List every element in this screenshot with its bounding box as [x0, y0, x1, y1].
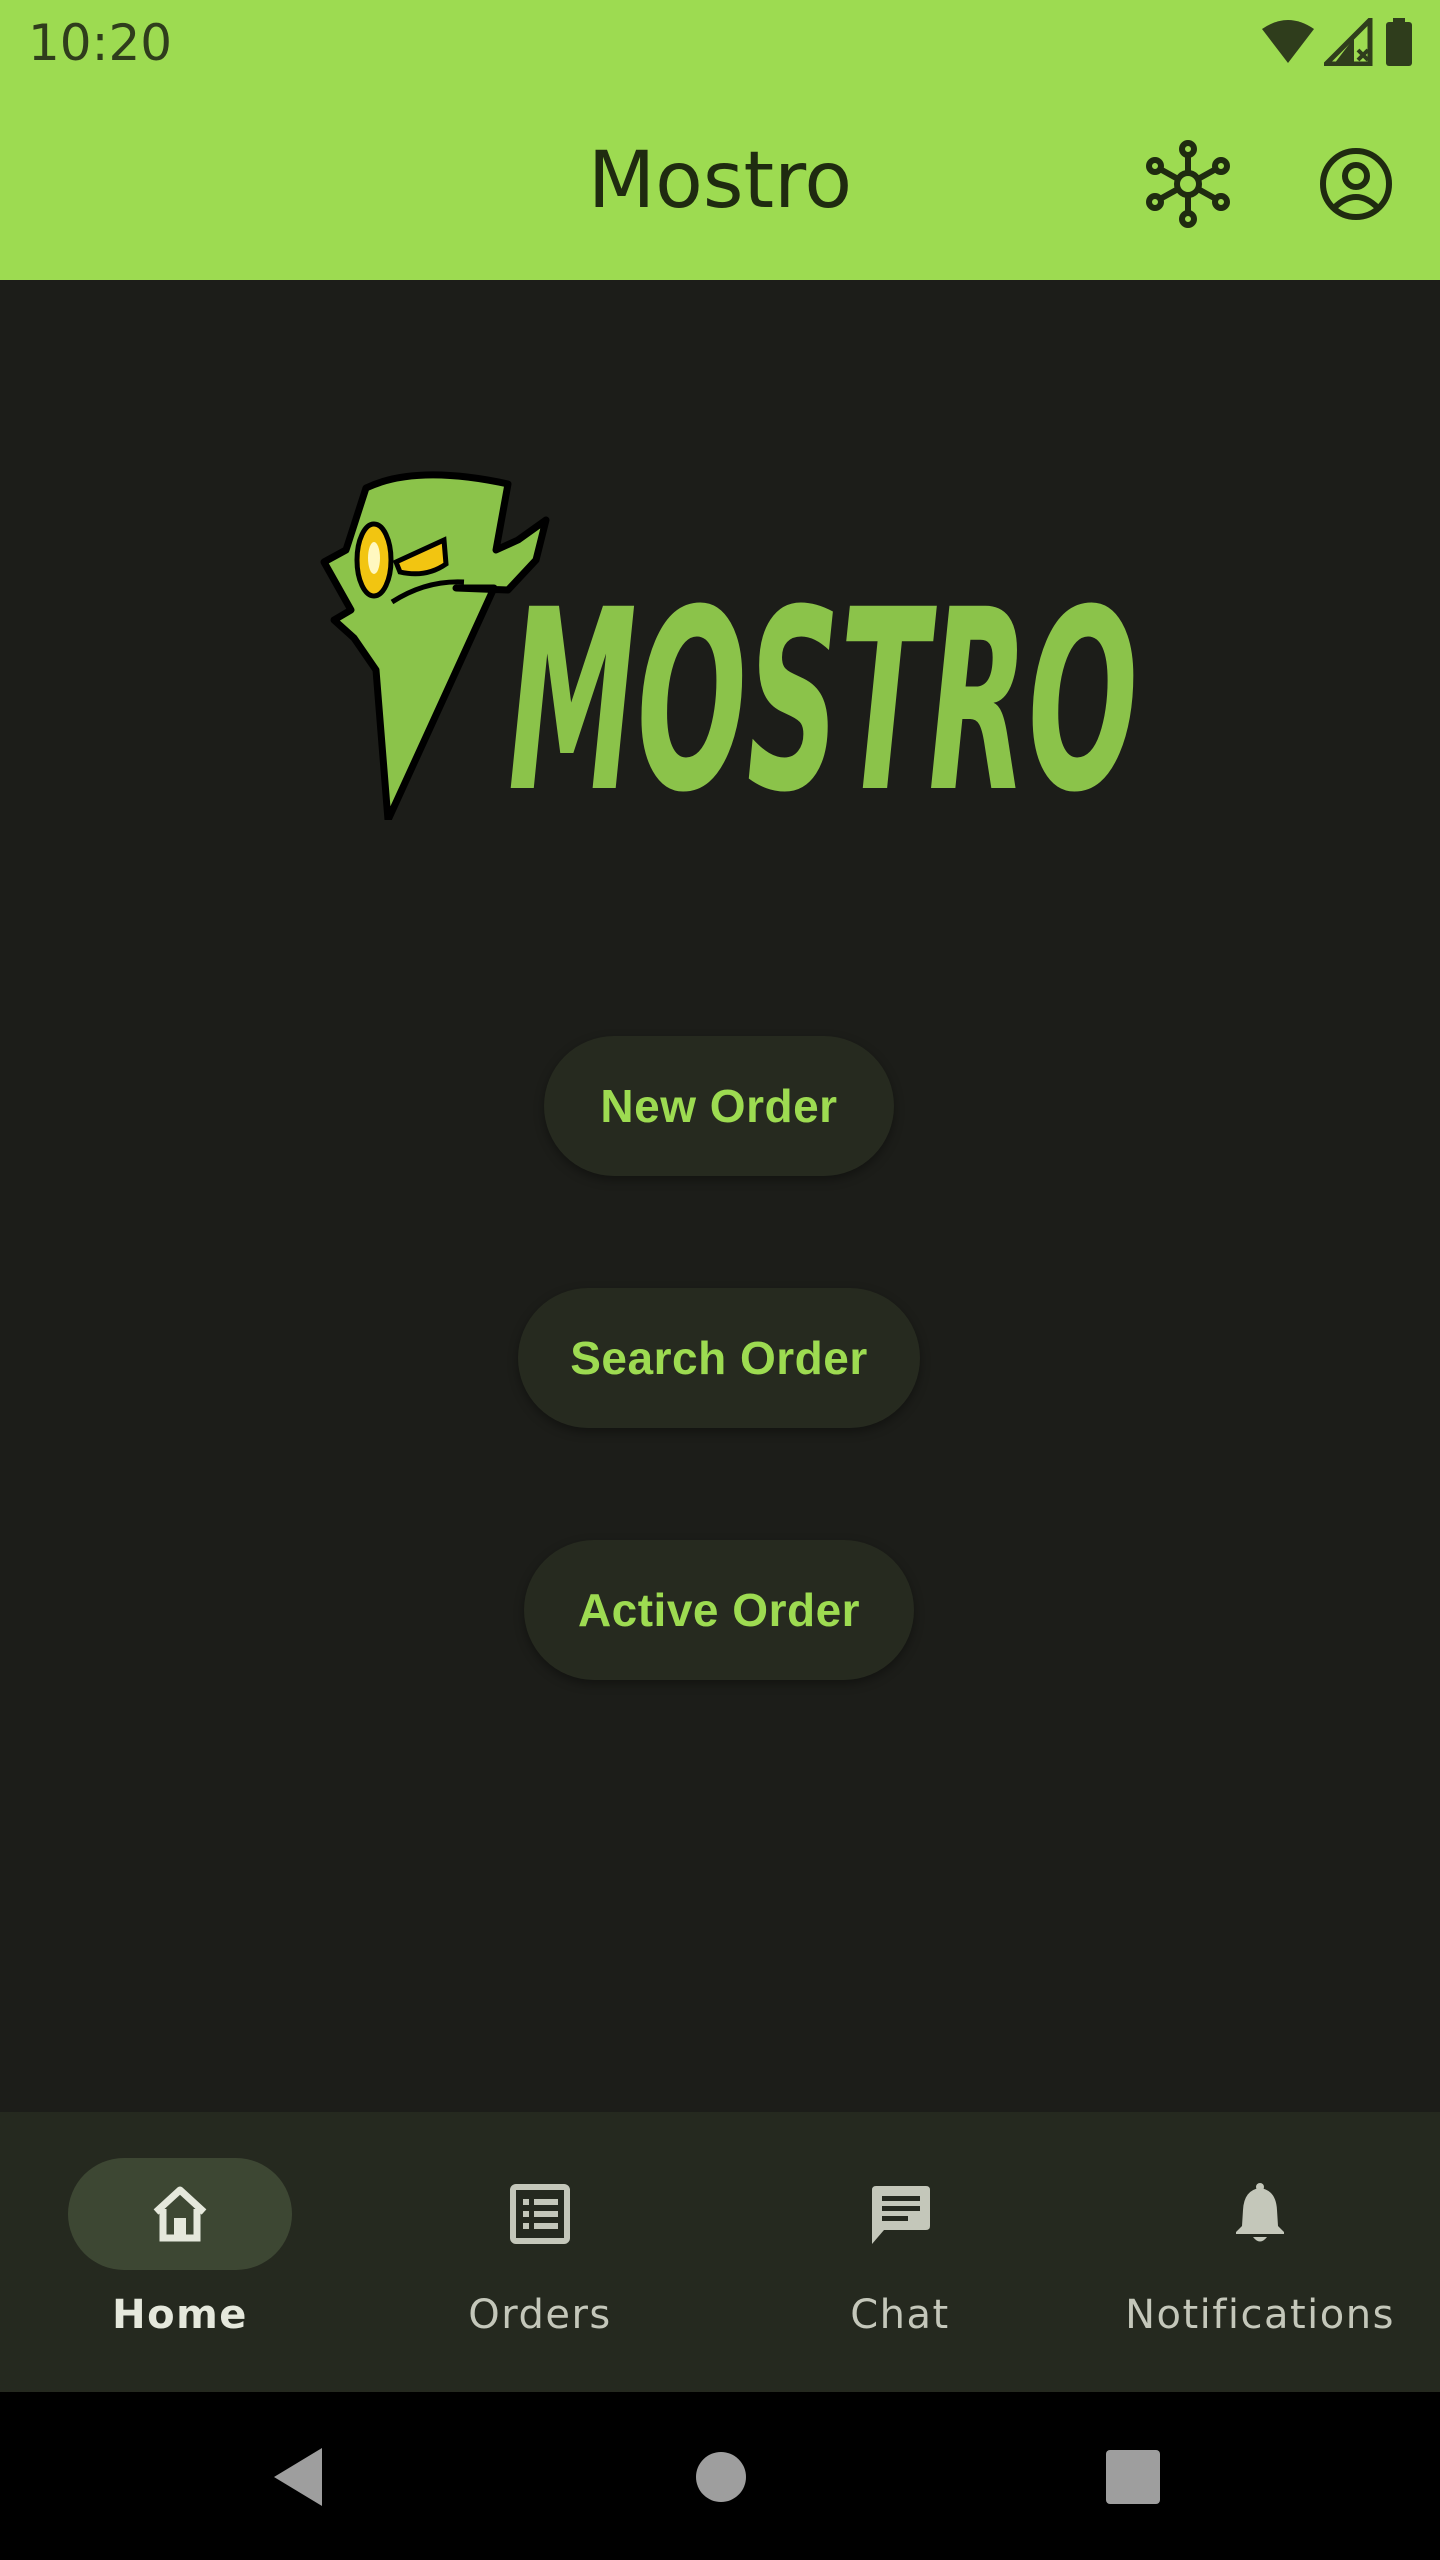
nav-item-notifications[interactable]: Notifications [1080, 2158, 1440, 2358]
wifi-icon [1262, 20, 1314, 63]
account-button[interactable] [1308, 136, 1404, 232]
active-order-button[interactable]: Active Order [524, 1540, 914, 1680]
home-icon [153, 2186, 207, 2242]
search-order-button[interactable]: Search Order [518, 1288, 920, 1428]
bell-icon [1236, 2183, 1284, 2242]
nav-label-notifications: Notifications [1125, 2292, 1395, 2338]
recents-icon[interactable] [1098, 2442, 1168, 2512]
nav-label-home: Home [112, 2292, 248, 2338]
home-circle-icon[interactable] [686, 2442, 756, 2512]
status-time: 10:20 [28, 14, 173, 72]
logo-text: MOSTRO [508, 556, 1138, 820]
status-icons [1262, 18, 1414, 66]
mostro-logo: MOSTRO [320, 471, 1138, 820]
nav-item-orders[interactable]: Orders [360, 2158, 720, 2358]
system-navigation-bar [0, 2392, 1440, 2560]
account-icon [1320, 148, 1392, 220]
status-bar: 10:20 [0, 0, 1440, 84]
home-screen: MOSTRO New Order Search Order Active Ord… [0, 280, 1440, 2112]
nav-label-chat: Chat [850, 2292, 950, 2338]
new-order-button[interactable]: New Order [544, 1036, 894, 1176]
app-bar: Mostro [0, 84, 1440, 280]
list-icon [510, 2184, 570, 2244]
nav-item-home[interactable]: Home [0, 2158, 360, 2358]
battery-icon [1386, 18, 1412, 66]
back-icon[interactable] [266, 2442, 336, 2512]
bottom-navigation: Home Orders Chat Notifications [0, 2112, 1440, 2392]
chat-icon [872, 2186, 930, 2244]
nav-item-chat[interactable]: Chat [720, 2158, 1080, 2358]
signal-icon [1324, 18, 1373, 66]
relays-button[interactable] [1140, 136, 1236, 232]
relays-icon [1146, 140, 1230, 228]
nav-label-orders: Orders [468, 2292, 612, 2338]
